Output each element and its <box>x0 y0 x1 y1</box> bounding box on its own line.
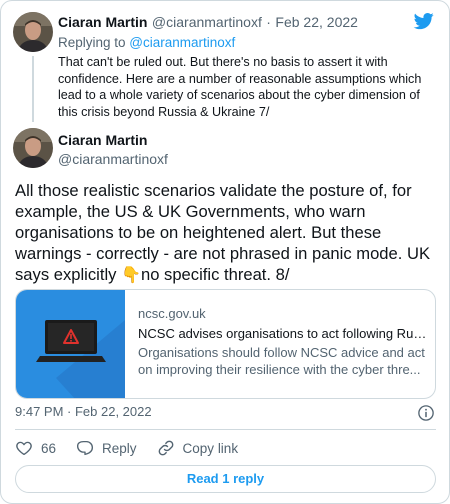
twitter-bird-icon[interactable] <box>413 11 435 31</box>
reply-icon <box>77 440 94 456</box>
avatar-photo <box>13 12 53 52</box>
replying-to-handle[interactable]: @ciaranmartinoxf <box>129 35 235 50</box>
link-title: NCSC advises organisations to act follow… <box>138 326 428 341</box>
link-preview-card[interactable]: ncsc.gov.uk NCSC advises organisations t… <box>15 289 436 399</box>
divider <box>15 429 436 430</box>
tweet-date[interactable]: Feb 22, 2022 <box>275 14 358 30</box>
info-icon[interactable] <box>417 404 435 422</box>
heart-icon <box>16 441 32 456</box>
read-replies-button[interactable]: Read 1 reply <box>15 465 436 493</box>
avatar[interactable] <box>13 12 53 52</box>
reply-tweet-text: That can't be ruled out. But there's no … <box>58 55 422 119</box>
link-domain: ncsc.gov.uk <box>138 306 206 321</box>
link-thumbnail <box>16 290 125 398</box>
copy-link-label: Copy link <box>182 440 239 456</box>
author-name[interactable]: Ciaran Martin <box>58 132 147 148</box>
copy-link-button[interactable]: Copy link <box>157 439 239 457</box>
link-icon <box>158 440 173 456</box>
link-description: Organisations should follow NCSC advice … <box>138 345 425 377</box>
main-tweet-text: All those realistic scenarios validate t… <box>15 180 440 286</box>
reply-tweet-header: Ciaran Martin @ciaranmartinoxf · Feb 22,… <box>58 14 358 32</box>
pointing-down-emoji: 👇 <box>121 267 141 284</box>
reply-button[interactable]: Reply <box>76 439 137 457</box>
like-button[interactable]: 66 <box>15 439 56 457</box>
reply-label: Reply <box>102 440 137 456</box>
author-handle[interactable]: @ciaranmartinoxf <box>152 14 262 30</box>
replying-to: Replying to @ciaranmartinoxf <box>58 35 235 50</box>
author-name[interactable]: Ciaran Martin <box>58 14 147 30</box>
author-handle[interactable]: @ciaranmartinoxf <box>58 151 168 167</box>
thread-line <box>32 56 34 122</box>
separator: · <box>266 14 271 30</box>
tweet-card: Ciaran Martin @ciaranmartinoxf · Feb 22,… <box>0 0 450 504</box>
replying-prefix: Replying to <box>58 35 130 50</box>
avatar[interactable] <box>13 128 53 168</box>
tweet-timestamp[interactable]: 9:47 PM · Feb 22, 2022 <box>15 404 152 419</box>
like-count: 66 <box>41 440 57 456</box>
action-bar: 66 Reply Copy link <box>15 438 258 458</box>
link-info: ncsc.gov.uk NCSC advises organisations t… <box>138 306 428 378</box>
avatar-photo <box>13 128 53 168</box>
main-tweet-text-part2: no specific threat. 8/ <box>140 265 290 284</box>
laptop-warning-icon <box>36 320 125 398</box>
